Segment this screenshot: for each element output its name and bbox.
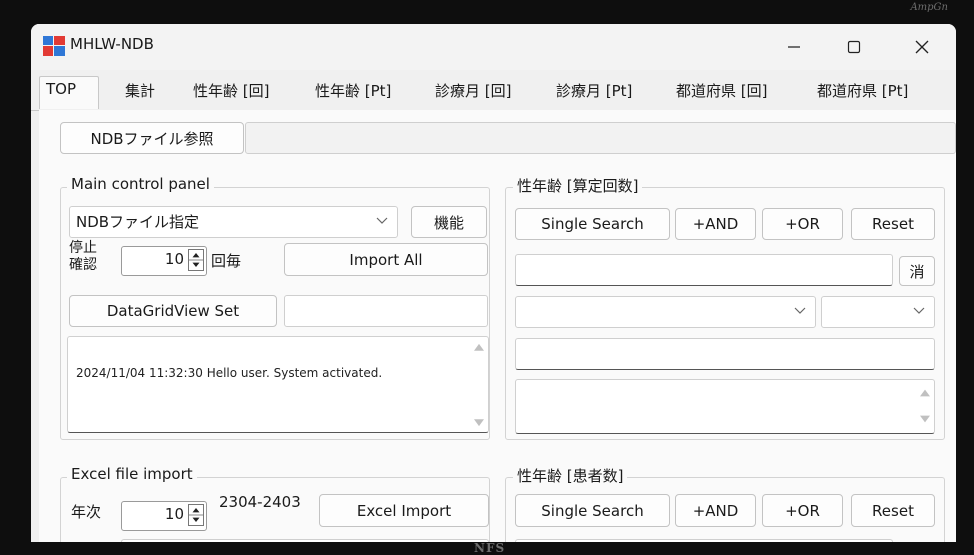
spinner-arrows-icon[interactable] — [188, 249, 204, 271]
result-scrollbar[interactable] — [916, 380, 934, 433]
chevron-down-icon — [913, 307, 925, 314]
main-control-panel-legend: Main control panel — [67, 175, 214, 193]
add-and-button-2[interactable]: +AND — [675, 494, 756, 527]
excel-file-field[interactable] — [121, 539, 489, 542]
single-search-button-2[interactable]: Single Search — [515, 494, 670, 527]
interval-value: 10 — [164, 250, 184, 268]
reset-button[interactable]: Reset — [851, 208, 935, 240]
patients-search-field[interactable] — [515, 539, 893, 542]
datagridview-set-button[interactable]: DataGridView Set — [69, 295, 277, 327]
title-bar: MHLW-NDB — [31, 24, 956, 70]
year-spinner[interactable]: 10 — [121, 501, 207, 531]
log-textbox[interactable]: 2024/11/04 11:32:30 Hello user. System a… — [67, 336, 489, 433]
stop-confirm-label: 停止 確認 — [69, 240, 97, 273]
ndb-file-browse-button[interactable]: NDBファイル参照 — [60, 122, 244, 154]
minimize-button[interactable] — [771, 28, 817, 66]
query-field[interactable] — [515, 338, 935, 370]
tab-sex-age-count[interactable]: 性年齢 [回] — [193, 80, 269, 101]
tab-prefecture-pt[interactable]: 都道府県 [Pt] — [817, 80, 908, 101]
tab-summary[interactable]: 集計 — [125, 80, 155, 101]
app-icon — [43, 36, 65, 56]
ndb-file-path-field[interactable] — [245, 122, 956, 154]
spinner-arrows-icon[interactable] — [188, 504, 204, 526]
reset-button-2[interactable]: Reset — [851, 494, 935, 527]
year-label: 年次 — [71, 503, 102, 521]
excel-import-panel-legend: Excel file import — [67, 465, 197, 483]
year-value: 10 — [164, 505, 184, 523]
tab-prefecture-count[interactable]: 都道府県 [回] — [676, 80, 767, 101]
chevron-down-icon — [376, 217, 388, 224]
maximize-icon — [847, 40, 861, 54]
sex-age-count-panel-legend: 性年齢 [算定回数] — [513, 175, 643, 196]
watermark-bottom: NFS — [474, 541, 506, 555]
log-scrollbar[interactable] — [470, 337, 488, 432]
minimize-icon — [788, 46, 800, 48]
tab-month-count[interactable]: 診療月 [回] — [435, 80, 511, 101]
result-textbox[interactable] — [515, 379, 935, 434]
tab-month-pt[interactable]: 診療月 [Pt] — [556, 80, 632, 101]
chevron-down-icon — [794, 307, 806, 314]
condition-dropdown-2[interactable] — [821, 296, 935, 328]
excel-import-button[interactable]: Excel Import — [319, 494, 489, 527]
tab-strip: TOP 集計 性年齢 [回] 性年齢 [Pt] 診療月 [回] 診療月 [Pt]… — [31, 70, 956, 111]
maximize-button[interactable] — [831, 28, 877, 66]
single-search-button[interactable]: Single Search — [515, 208, 670, 240]
ndb-file-select-dropdown[interactable]: NDBファイル指定 — [69, 206, 398, 238]
year-range-text: 2304-2403 — [219, 493, 301, 511]
search-term-field[interactable] — [515, 254, 893, 286]
import-all-button[interactable]: Import All — [284, 243, 488, 276]
tab-sex-age-pt[interactable]: 性年齢 [Pt] — [315, 80, 391, 101]
condition-dropdown-1[interactable] — [515, 296, 816, 328]
watermark-top: AmpGn — [910, 2, 948, 13]
ndb-file-select-value: NDBファイル指定 — [76, 213, 200, 231]
interval-unit-label: 回毎 — [211, 252, 242, 270]
add-and-button[interactable]: +AND — [675, 208, 756, 240]
window-title: MHLW-NDB — [70, 35, 154, 53]
add-or-button-2[interactable]: +OR — [762, 494, 843, 527]
datagridview-field[interactable] — [284, 295, 488, 327]
close-icon — [915, 40, 929, 54]
sex-age-patients-panel-legend: 性年齢 [患者数] — [513, 465, 628, 486]
clear-button[interactable]: 消 — [899, 256, 935, 286]
add-or-button[interactable]: +OR — [762, 208, 843, 240]
close-button[interactable] — [899, 28, 945, 66]
tab-top[interactable]: TOP — [39, 76, 99, 109]
app-window: MHLW-NDB TOP 集計 性年齢 [回] 性年齢 [Pt] 診療月 [回]… — [31, 24, 956, 542]
function-button[interactable]: 機能 — [411, 206, 487, 238]
log-text: 2024/11/04 11:32:30 Hello user. System a… — [76, 366, 383, 380]
interval-spinner[interactable]: 10 — [121, 246, 207, 276]
tab-content-top: NDBファイル参照 Main control panel NDBファイル指定 機… — [39, 110, 956, 542]
